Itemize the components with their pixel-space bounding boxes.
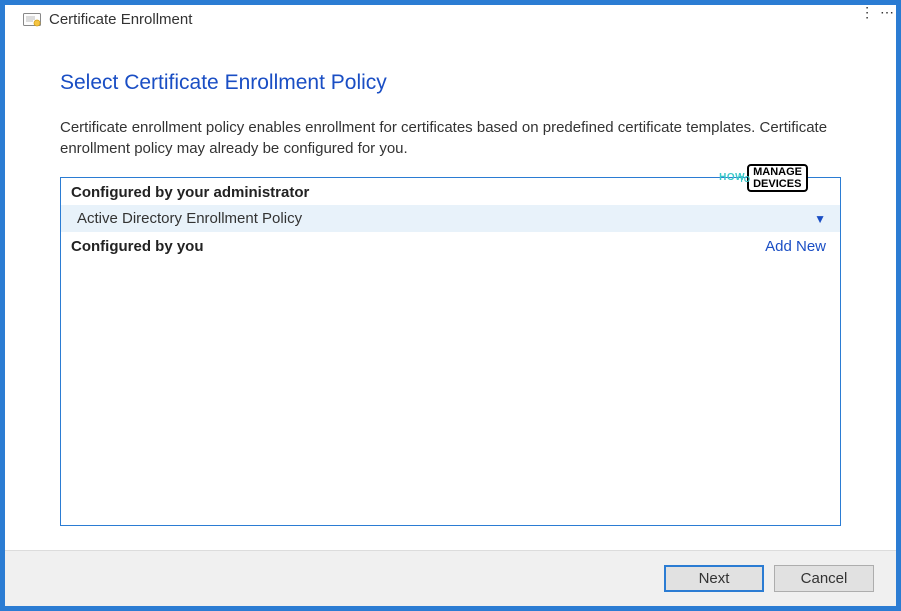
user-section-header: Configured by you Add New [61, 232, 840, 259]
next-button[interactable]: Next [664, 565, 764, 592]
policy-item-ad-enrollment[interactable]: Active Directory Enrollment Policy ▼ [61, 205, 840, 232]
add-new-link[interactable]: Add New [765, 238, 826, 255]
page-description: Certificate enrollment policy enables en… [60, 117, 841, 159]
watermark-logo: HOW TO MANAGE DEVICES [719, 164, 808, 192]
cancel-button[interactable]: Cancel [774, 565, 874, 592]
content-area: Select Certificate Enrollment Policy Cer… [5, 36, 896, 550]
titlebar: Certificate Enrollment [5, 5, 896, 36]
certificate-enrollment-window: ⋮ ⋯ Certificate Enrollment Select Certif… [5, 5, 896, 606]
admin-section-title: Configured by your administrator [71, 184, 309, 201]
chevron-down-icon[interactable]: ▼ [814, 212, 826, 226]
policy-list-box: HOW TO MANAGE DEVICES Configured by your… [60, 177, 841, 526]
overflow-indicator: ⋮ ⋯ [860, 4, 895, 21]
button-bar: Next Cancel [5, 550, 896, 606]
user-section-title: Configured by you [71, 238, 204, 255]
certificate-icon [23, 13, 41, 27]
window-title: Certificate Enrollment [49, 11, 192, 28]
page-heading: Select Certificate Enrollment Policy [60, 71, 841, 95]
policy-item-label: Active Directory Enrollment Policy [77, 210, 302, 227]
